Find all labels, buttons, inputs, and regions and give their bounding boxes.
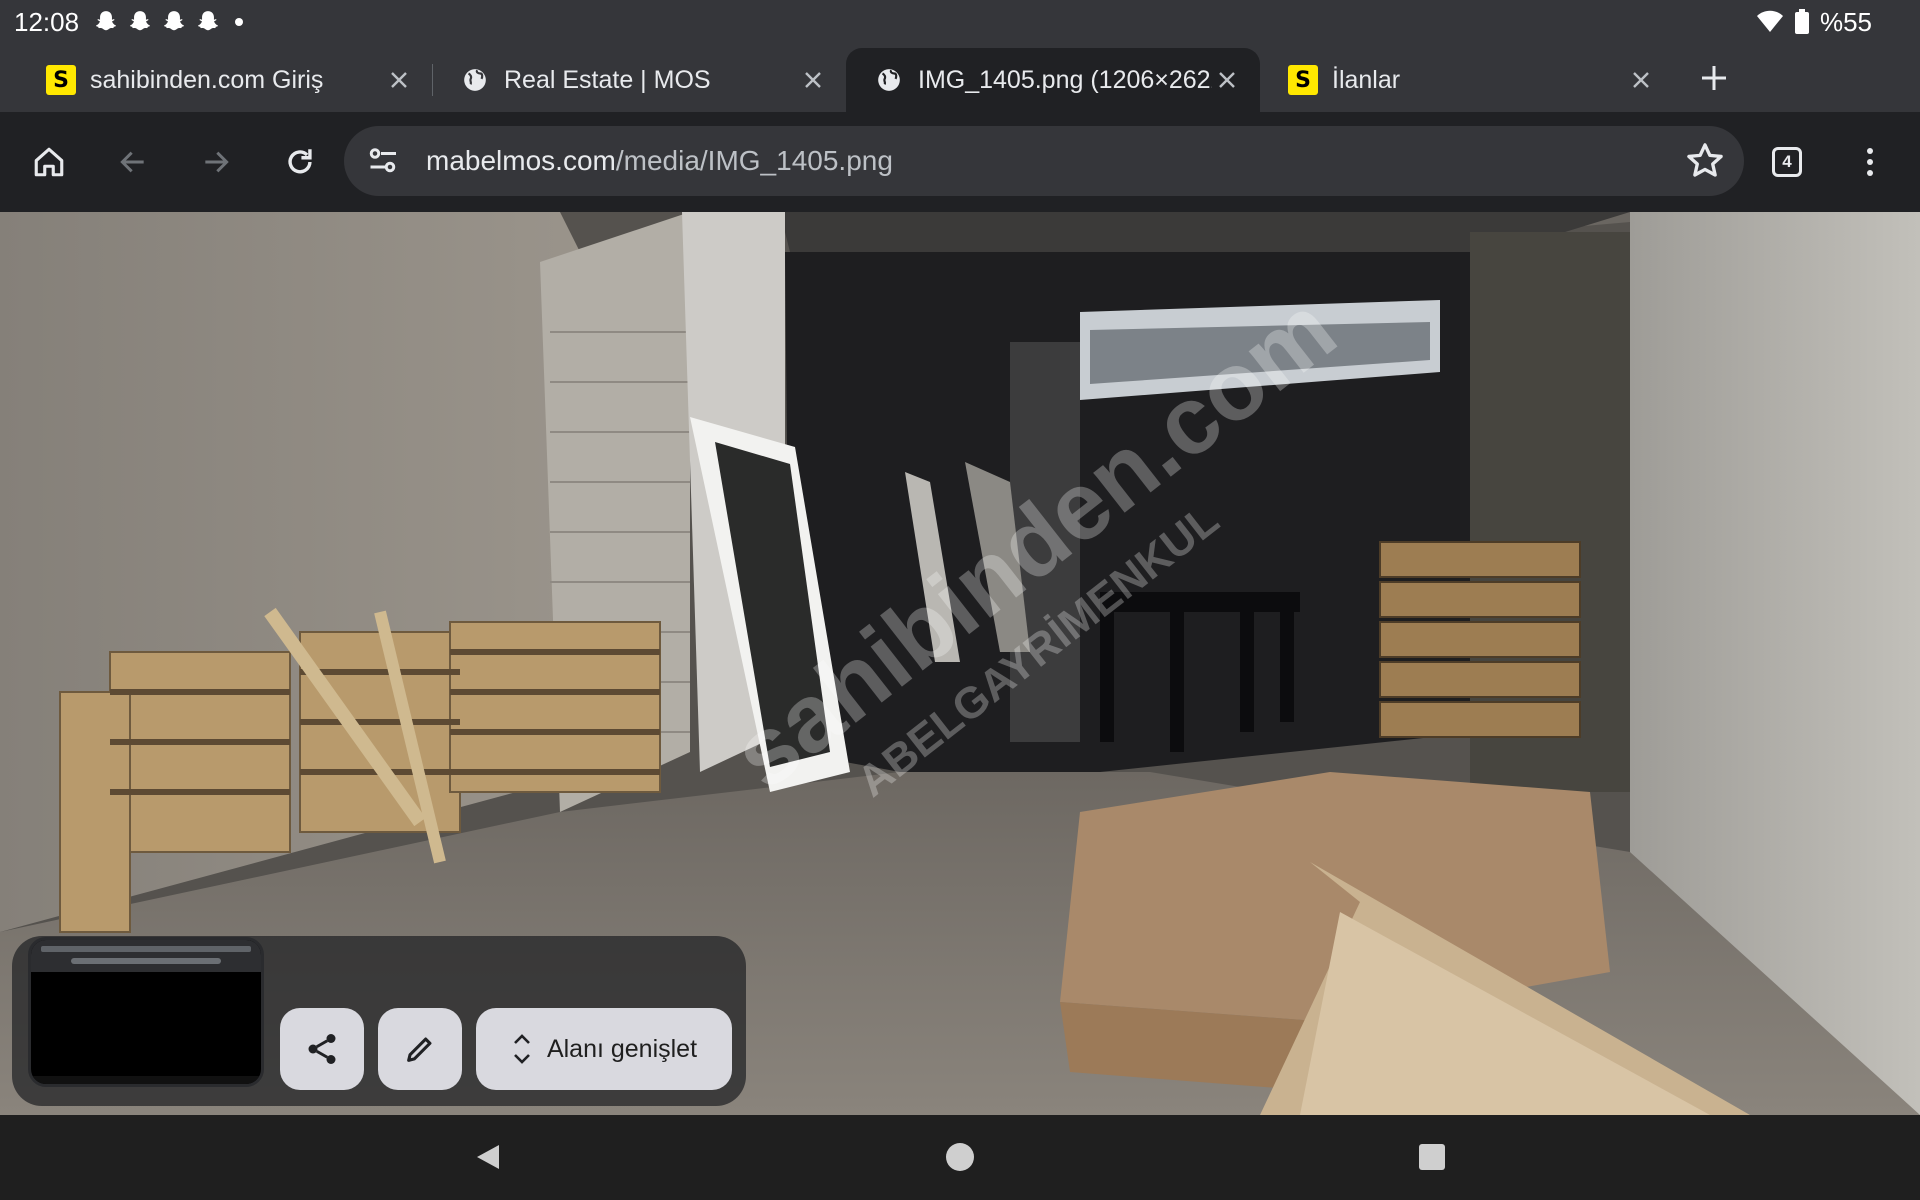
snapchat-icon <box>130 11 151 31</box>
reload-button[interactable] <box>272 134 328 190</box>
pencil-icon <box>407 1037 432 1062</box>
nav-back-button[interactable] <box>458 1127 518 1187</box>
forward-button[interactable] <box>188 134 244 190</box>
home-button[interactable] <box>21 134 77 190</box>
browser-toolbar: mabelmos.com/media/IMG_1405.png 4 <box>0 112 1920 212</box>
expand-area-label: Alanı genişlet <box>546 1034 698 1063</box>
battery-percentage: %55 <box>1819 6 1872 37</box>
bookmark-star-icon[interactable] <box>1684 140 1726 182</box>
wifi-icon <box>1756 10 1783 32</box>
close-tab-icon[interactable] <box>1626 65 1656 95</box>
expand-vertical-icon <box>514 1034 530 1064</box>
triangle-back-icon <box>477 1145 499 1169</box>
sahibinden-favicon-icon: S <box>46 65 76 95</box>
globe-icon <box>874 65 904 95</box>
url-text[interactable]: mabelmos.com/media/IMG_1405.png <box>426 126 893 196</box>
thumbnail-tabs <box>41 946 251 952</box>
reload-icon <box>288 149 312 174</box>
new-tab-button[interactable] <box>1684 48 1744 108</box>
screenshot-thumbnail[interactable] <box>28 937 264 1087</box>
menu-button[interactable] <box>1842 134 1898 190</box>
tab-switcher-button[interactable]: 4 <box>1759 134 1815 190</box>
tab-title: sahibinden.com Giriş <box>90 65 324 94</box>
system-navigation-bar <box>0 1115 1920 1200</box>
close-tab-icon[interactable] <box>1212 65 1242 95</box>
globe-icon <box>460 65 490 95</box>
site-settings-icon[interactable] <box>366 143 402 179</box>
thumbnail-toolbar <box>31 940 261 972</box>
snapchat-icon <box>96 11 117 31</box>
more-vertical-icon <box>1867 148 1873 176</box>
tab-title: IMG_1405.png (1206×2622) <box>918 65 1212 94</box>
nav-home-button[interactable] <box>930 1127 990 1187</box>
thumbnail-navbar <box>31 1076 261 1084</box>
expand-area-button[interactable]: Alanı genişlet <box>476 1008 732 1090</box>
tab-title: Real Estate | MOS <box>504 65 711 94</box>
arrow-right-icon <box>205 151 229 173</box>
nav-recents-button[interactable] <box>1402 1127 1462 1187</box>
more-notifications-dot <box>235 18 244 26</box>
address-bar[interactable]: mabelmos.com/media/IMG_1405.png <box>344 126 1744 196</box>
url-host: mabelmos.com <box>426 145 616 176</box>
battery-icon <box>1794 9 1809 34</box>
snapchat-icon <box>198 11 219 31</box>
square-recents-icon <box>1419 1144 1445 1170</box>
tab-real-estate-mos[interactable]: Real Estate | MOS <box>432 48 846 112</box>
tab-strip: S sahibinden.com Giriş Real Estate | MOS… <box>0 44 1920 112</box>
share-icon <box>308 1034 336 1064</box>
plus-icon <box>1702 66 1726 90</box>
home-icon <box>34 147 64 177</box>
tab-count-badge: 4 <box>1772 147 1802 177</box>
arrow-left-icon <box>120 151 144 173</box>
back-button[interactable] <box>105 134 161 190</box>
share-button[interactable] <box>280 1008 364 1090</box>
tab-img-1405[interactable]: IMG_1405.png (1206×2622) <box>846 48 1260 112</box>
thumbnail-url <box>71 958 221 964</box>
circle-home-icon <box>946 1143 974 1171</box>
sahibinden-favicon-icon: S <box>1288 65 1318 95</box>
tab-ilanlar[interactable]: S İlanlar <box>1260 48 1674 112</box>
status-time: 12:08 <box>14 6 80 37</box>
tab-title: İlanlar <box>1332 65 1401 94</box>
url-path: /media/IMG_1405.png <box>615 145 893 176</box>
tab-sahibinden-login[interactable]: S sahibinden.com Giriş <box>18 48 432 112</box>
edit-button[interactable] <box>378 1008 462 1090</box>
status-bar: 12:08 %55 <box>0 0 1920 44</box>
close-tab-icon[interactable] <box>798 65 828 95</box>
browser-screen: 12:08 %55 S sahibinden.com Giriş Real Es… <box>0 0 1920 1200</box>
snapchat-icon <box>164 11 185 31</box>
close-tab-icon[interactable] <box>384 65 414 95</box>
